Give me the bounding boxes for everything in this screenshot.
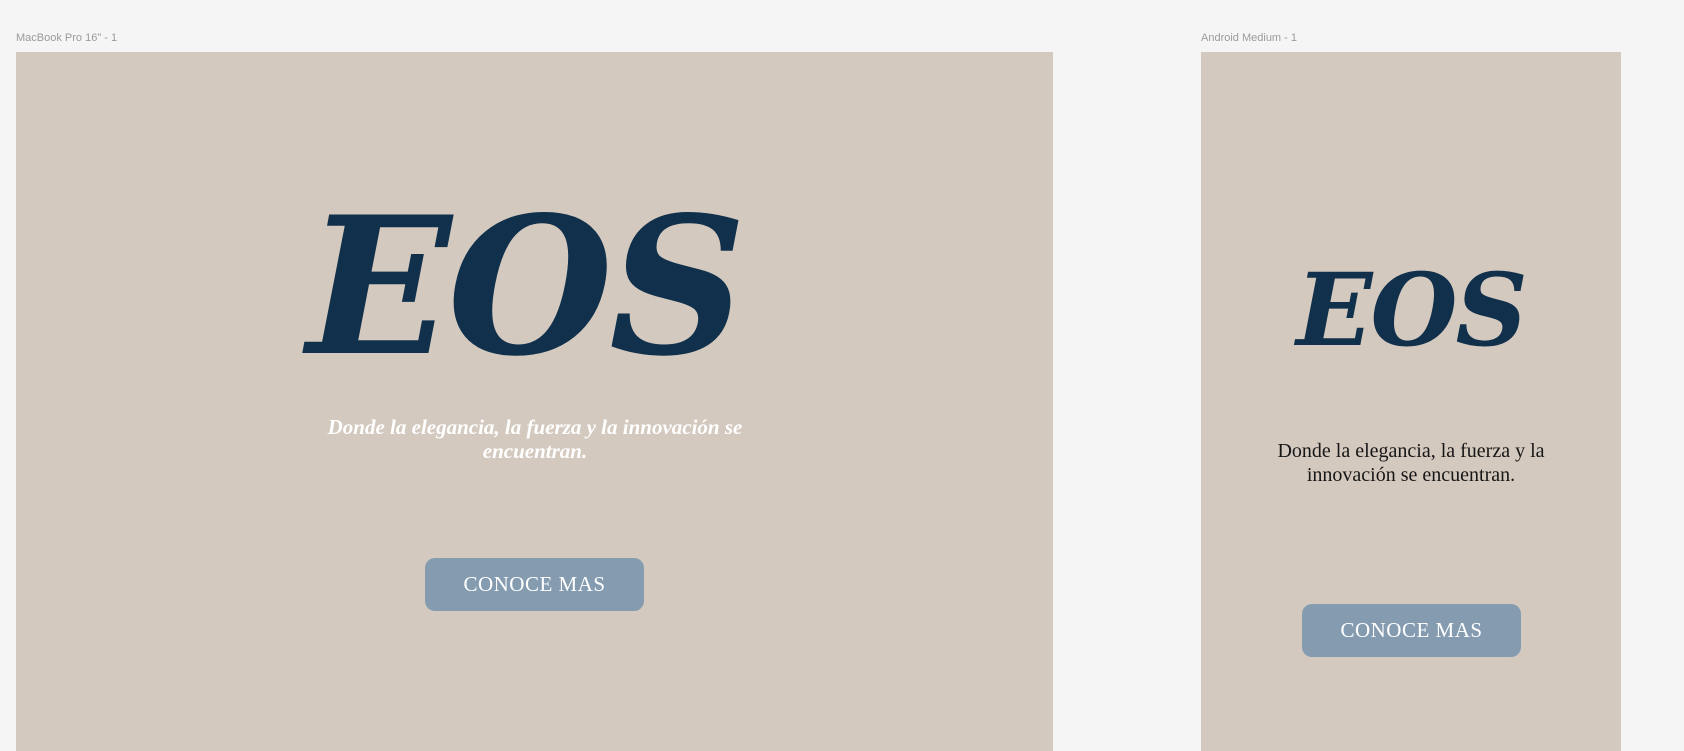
conoce-mas-button[interactable]: CONOCE MAS — [425, 558, 644, 611]
frame-desktop[interactable]: EOS Donde la elegancia, la fuerza y la i… — [16, 52, 1053, 751]
logo: EOS — [1296, 251, 1528, 369]
frame-label-desktop[interactable]: MacBook Pro 16" - 1 — [16, 32, 117, 44]
logo: EOS — [306, 175, 747, 398]
conoce-mas-button[interactable]: CONOCE MAS — [1302, 604, 1521, 657]
tagline: Donde la elegancia, la fuerza y la innov… — [1277, 440, 1545, 486]
frame-mobile[interactable]: EOS Donde la elegancia, la fuerza y la i… — [1201, 52, 1621, 751]
tagline: Donde la elegancia, la fuerza y la innov… — [327, 415, 743, 463]
frame-label-mobile[interactable]: Android Medium - 1 — [1201, 32, 1297, 44]
